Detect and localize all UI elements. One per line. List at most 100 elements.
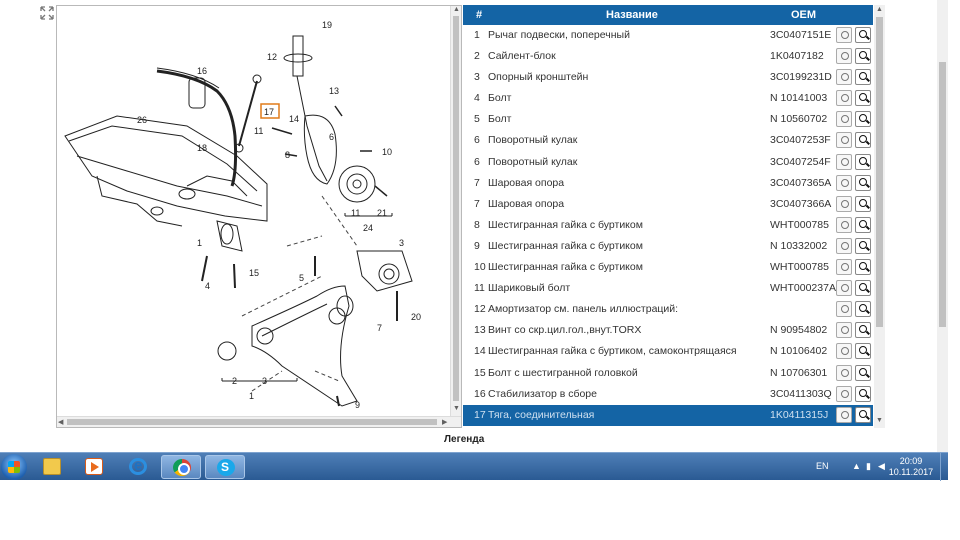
part-name: Шестигранная гайка с буртиком, самоконтр…: [488, 345, 737, 358]
system-clock[interactable]: 20:09 10.11.2017: [888, 456, 934, 478]
table-row[interactable]: 3 Опорный кронштейн 3C0199231D: [463, 67, 873, 88]
taskbar-internet-explorer-button[interactable]: [118, 455, 158, 479]
info-icon[interactable]: [836, 364, 852, 381]
info-icon[interactable]: [836, 385, 852, 402]
language-indicator[interactable]: EN: [816, 461, 829, 471]
diagram-vertical-scrollbar[interactable]: ▲ ▼: [450, 6, 461, 416]
table-row[interactable]: 13 Винт со скр.цил.гол.,внут.TORX N 909548…: [463, 320, 873, 341]
table-row[interactable]: 14 Шестигранная гайка с буртиком, самокон…: [463, 341, 873, 362]
info-icon[interactable]: [836, 195, 852, 212]
part-oem: WHT000785: [770, 218, 829, 231]
taskbar-chrome-button[interactable]: [161, 455, 201, 479]
volume-icon[interactable]: ◀: [878, 461, 885, 472]
search-icon[interactable]: [855, 301, 871, 318]
table-row[interactable]: 7 Шаровая опора 3C0407366A: [463, 194, 873, 215]
table-row[interactable]: 6 Поворотный кулак 3C0407254F: [463, 152, 873, 173]
search-icon[interactable]: [855, 90, 871, 107]
part-number: 4: [474, 92, 480, 105]
info-icon[interactable]: [836, 280, 852, 297]
network-icon[interactable]: ▮: [866, 461, 871, 472]
svg-text:7: 7: [377, 323, 382, 333]
table-row[interactable]: 15 Болт с шестигранной головкой N 10706301: [463, 363, 873, 384]
info-icon[interactable]: [836, 153, 852, 170]
search-icon[interactable]: [855, 280, 871, 297]
part-name: Поворотный кулак: [488, 155, 578, 168]
part-number: 7: [474, 197, 480, 210]
table-row[interactable]: 9 Шестигранная гайка с буртиком N 10332002: [463, 236, 873, 257]
info-icon[interactable]: [836, 259, 852, 276]
table-row[interactable]: 7 Шаровая опора 3C0407365A: [463, 173, 873, 194]
info-icon[interactable]: [836, 322, 852, 339]
table-row[interactable]: 16 Стабилизатор в сборе 3C0411303Q: [463, 384, 873, 405]
taskbar-skype-button[interactable]: [205, 455, 245, 479]
taskbar-media-player-button[interactable]: [74, 455, 114, 479]
info-icon[interactable]: [836, 90, 852, 107]
info-icon[interactable]: [836, 237, 852, 254]
diagram-horizontal-scroll-thumb[interactable]: [67, 419, 437, 425]
table-row[interactable]: 17 Тяга, соединительная 1K0411315J: [463, 404, 873, 426]
table-row[interactable]: 6 Поворотный кулак 3C0407253F: [463, 130, 873, 151]
part-name: Шаровая опора: [488, 197, 565, 210]
table-row[interactable]: 10 Шестигранная гайка с буртиком WHT000785: [463, 257, 873, 278]
start-button[interactable]: [1, 454, 27, 480]
info-icon[interactable]: [836, 69, 852, 86]
table-row[interactable]: 5 Болт N 10560702: [463, 109, 873, 130]
part-number: 16: [474, 387, 486, 400]
diagram-vertical-scroll-thumb[interactable]: [453, 16, 459, 401]
search-icon[interactable]: [855, 216, 871, 233]
search-icon[interactable]: [855, 406, 871, 423]
page-scroll-thumb[interactable]: [939, 62, 946, 327]
search-icon[interactable]: [855, 174, 871, 191]
info-icon[interactable]: [836, 132, 852, 149]
search-icon[interactable]: [855, 69, 871, 86]
info-icon[interactable]: [836, 174, 852, 191]
svg-text:12: 12: [267, 52, 277, 62]
part-number: 6: [474, 155, 480, 168]
show-desktop-button[interactable]: [940, 453, 948, 481]
table-row[interactable]: 4 Болт N 10141003: [463, 88, 873, 109]
search-icon[interactable]: [855, 343, 871, 360]
part-oem: 3C0407151E: [770, 29, 832, 41]
clock-time: 20:09: [899, 456, 923, 466]
show-hidden-icons-icon[interactable]: ▲: [852, 461, 861, 471]
column-header-number: #: [476, 9, 483, 21]
search-icon[interactable]: [855, 153, 871, 170]
parts-table-scroll-thumb[interactable]: [876, 17, 883, 327]
table-row[interactable]: 8 Шестигранная гайка с буртиком WHT000785: [463, 215, 873, 236]
search-icon[interactable]: [855, 27, 871, 43]
fullscreen-icon[interactable]: [40, 6, 54, 20]
table-row[interactable]: 11 Шариковый болт WHT000237A: [463, 278, 873, 299]
part-number: 10: [474, 261, 486, 274]
table-row[interactable]: 12 Амортизатор см. панель иллюстраций:: [463, 299, 873, 320]
search-icon[interactable]: [855, 111, 871, 128]
info-icon[interactable]: [836, 343, 852, 360]
search-icon[interactable]: [855, 48, 871, 65]
info-icon[interactable]: [836, 406, 852, 423]
part-oem: WHT000785: [770, 261, 829, 274]
search-icon[interactable]: [855, 237, 871, 254]
media-player-icon: [85, 458, 103, 475]
info-icon[interactable]: [836, 27, 852, 43]
info-icon[interactable]: [836, 111, 852, 128]
table-row[interactable]: 2 Сайлент-блок 1K0407182: [463, 46, 873, 67]
parts-table-scrollbar[interactable]: ▲ ▼: [874, 5, 885, 428]
svg-text:21: 21: [377, 208, 387, 218]
page-scrollbar[interactable]: [937, 0, 948, 452]
search-icon[interactable]: [855, 259, 871, 276]
search-icon[interactable]: [855, 132, 871, 149]
part-number: 1: [474, 29, 480, 41]
search-icon[interactable]: [855, 195, 871, 212]
part-number: 6: [474, 134, 480, 147]
info-icon[interactable]: [836, 301, 852, 318]
diagram-horizontal-scrollbar[interactable]: ◀ ▶: [57, 416, 461, 427]
info-icon[interactable]: [836, 216, 852, 233]
info-icon[interactable]: [836, 48, 852, 65]
part-oem: WHT000237A: [770, 282, 836, 295]
search-icon[interactable]: [855, 385, 871, 402]
legend-label[interactable]: Легенда: [444, 434, 484, 445]
search-icon[interactable]: [855, 322, 871, 339]
table-row[interactable]: 1 Рычаг подвески, поперечный 3C0407151E: [463, 25, 873, 46]
part-number: 8: [474, 218, 480, 231]
taskbar-explorer-button[interactable]: [32, 455, 72, 479]
search-icon[interactable]: [855, 364, 871, 381]
